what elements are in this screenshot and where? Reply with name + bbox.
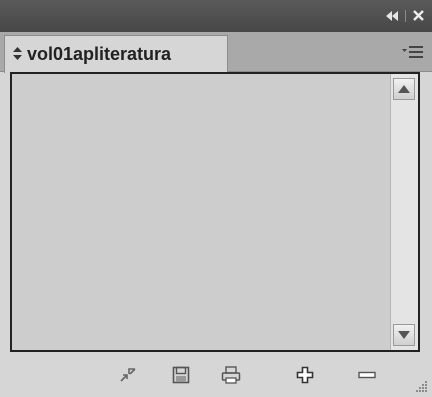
remove-icon[interactable] <box>354 362 380 388</box>
title-bar-divider <box>405 10 406 22</box>
vertical-scrollbar[interactable] <box>390 74 418 350</box>
resize-grip-icon[interactable] <box>414 378 428 392</box>
up-down-arrows-icon[interactable] <box>13 46 22 63</box>
scroll-down-arrow-icon[interactable] <box>393 324 415 346</box>
save-icon[interactable] <box>168 362 194 388</box>
title-bar-controls <box>386 8 424 24</box>
add-icon[interactable] <box>292 362 318 388</box>
tab-library[interactable]: vol01apliteratura <box>4 35 228 73</box>
collapse-icon[interactable] <box>386 9 398 24</box>
panel-menu-icon[interactable] <box>402 43 424 61</box>
library-item-list[interactable] <box>10 72 420 352</box>
panel-title-bar[interactable] <box>0 0 432 32</box>
scroll-up-arrow-icon[interactable] <box>393 78 415 100</box>
panel-toolbar <box>0 356 432 396</box>
tab-row: vol01apliteratura <box>0 32 432 73</box>
relink-icon[interactable] <box>116 362 142 388</box>
print-icon[interactable] <box>218 362 244 388</box>
list-area[interactable] <box>12 74 390 350</box>
library-panel: vol01apliteratura <box>0 0 432 396</box>
tab-label: vol01apliteratura <box>27 44 172 64</box>
close-icon[interactable] <box>413 9 424 24</box>
